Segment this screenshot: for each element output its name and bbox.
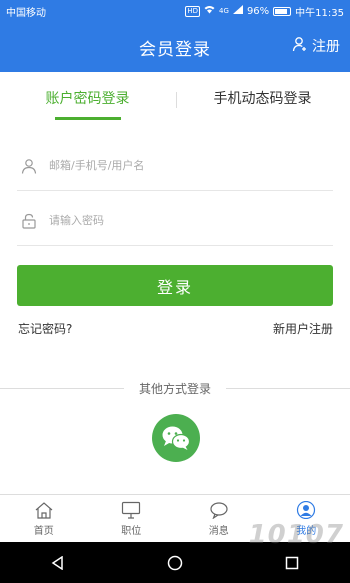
wechat-login-button[interactable]	[152, 414, 200, 462]
battery-icon	[273, 6, 292, 16]
status-time: 中午11:35	[295, 7, 344, 19]
tab-sms-login[interactable]: 手机动态码登录	[175, 72, 350, 124]
lock-icon	[22, 213, 36, 229]
register-button[interactable]: 注册	[292, 36, 340, 56]
page-title: 会员登录	[139, 39, 211, 60]
password-input[interactable]	[49, 214, 289, 227]
tab-sms-login-label: 手机动态码登录	[213, 91, 312, 107]
back-triangle-icon	[51, 555, 64, 570]
password-field	[17, 196, 333, 246]
tab-password-login-label: 账户密码登录	[45, 91, 130, 107]
wifi-icon	[204, 5, 215, 17]
nav-jobs[interactable]: 职位	[88, 495, 176, 542]
app-header: 中国移动 HD 4G 96% 中午11:35 会员登录 注册	[0, 0, 350, 72]
other-login-label: 其他方式登录	[138, 382, 211, 396]
nav-messages-label: 消息	[208, 525, 229, 537]
forgot-password-link[interactable]: 忘记密码?	[18, 320, 72, 337]
status-icons: HD 4G 96% 中午11:35	[185, 4, 344, 19]
hd-icon: HD	[185, 5, 201, 17]
username-input[interactable]	[49, 159, 289, 172]
register-label: 注册	[312, 39, 340, 55]
username-field	[17, 141, 333, 191]
tab-password-login[interactable]: 账户密码登录	[0, 72, 175, 124]
login-button-label: 登录	[156, 277, 193, 297]
wechat-icon	[162, 426, 191, 450]
chat-bubble-icon	[210, 501, 228, 519]
recents-button[interactable]	[272, 548, 312, 578]
nav-home[interactable]: 首页	[0, 495, 88, 542]
network-type: 4G	[219, 7, 229, 15]
home-button[interactable]	[155, 548, 195, 578]
login-tabs: 账户密码登录 手机动态码登录	[0, 72, 350, 124]
watermark: 10107	[248, 520, 344, 550]
login-button[interactable]: 登录	[17, 265, 333, 306]
user-icon	[21, 158, 37, 174]
add-user-icon	[292, 36, 308, 56]
carrier-label: 中国移动	[6, 7, 46, 19]
nav-jobs-label: 职位	[121, 525, 142, 537]
tab-divider	[176, 92, 177, 108]
nav-home-label: 首页	[33, 525, 54, 537]
signal-icon	[232, 5, 243, 17]
user-icon	[297, 500, 316, 519]
new-user-register-link[interactable]: 新用户注册	[273, 320, 333, 337]
status-bar: 中国移动 HD 4G 96% 中午11:35	[0, 0, 350, 22]
recents-square-icon	[285, 556, 298, 569]
back-button[interactable]	[38, 548, 78, 578]
battery-percent: 96%	[246, 5, 270, 17]
title-bar: 会员登录 注册	[0, 22, 350, 72]
monitor-icon	[122, 501, 141, 519]
home-icon	[35, 501, 53, 519]
home-circle-icon	[167, 555, 183, 570]
